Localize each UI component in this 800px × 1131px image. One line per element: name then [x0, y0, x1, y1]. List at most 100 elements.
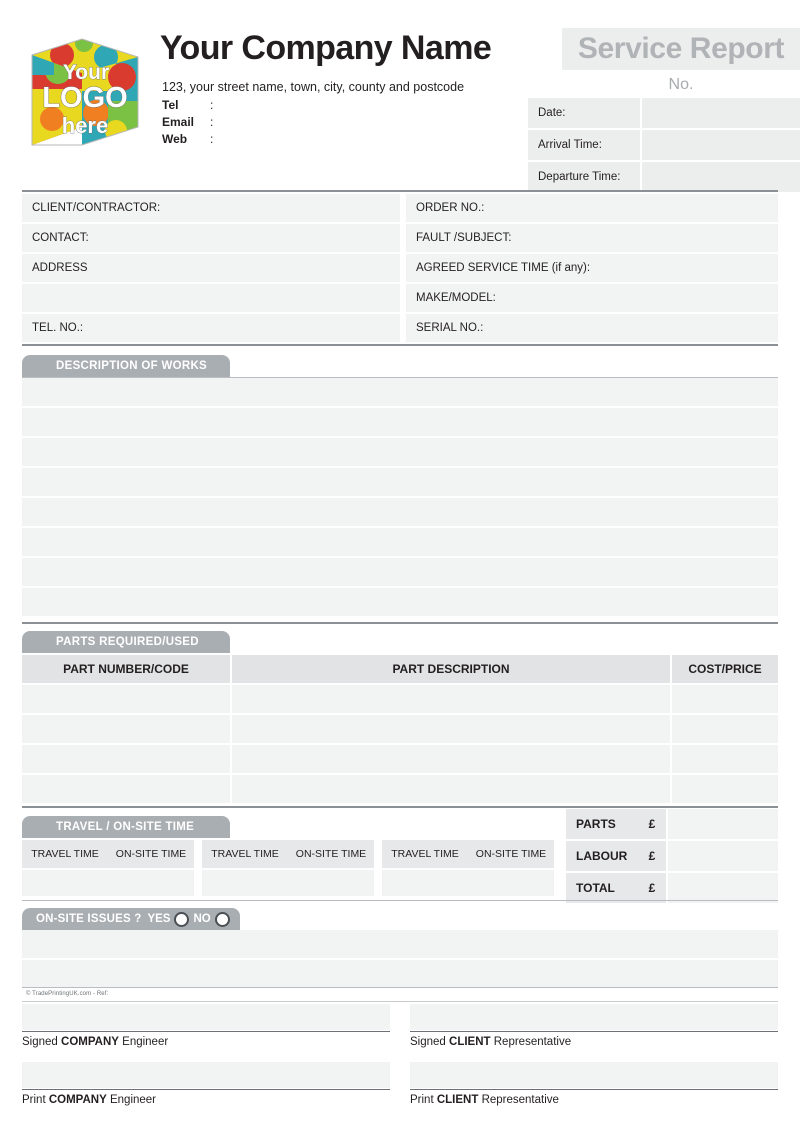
signature-group-print-client: Print CLIENT Representative [410, 1062, 778, 1106]
parts-cell-number[interactable] [22, 745, 230, 773]
on-site-issues-rows [22, 930, 778, 990]
contact-row-web: Web : [162, 131, 220, 148]
on-site-issues-question: ON-SITE ISSUES ? [36, 913, 142, 925]
description-row[interactable] [22, 588, 778, 616]
logo-line-3: here [62, 113, 108, 138]
parts-col-header-number: PART NUMBER/CODE [22, 655, 230, 683]
client-info-right-column: ORDER NO.: FAULT /SUBJECT: AGREED SERVIC… [406, 194, 778, 344]
meta-value-departure-time[interactable] [642, 162, 800, 192]
parts-cell-cost[interactable] [672, 715, 778, 743]
signature-group-print-company: Print COMPANY Engineer [22, 1062, 390, 1106]
description-of-works-rows [22, 378, 778, 618]
radio-yes-icon[interactable] [174, 911, 190, 927]
tab-travel-on-site-time: TRAVEL / ON-SITE TIME [22, 816, 230, 838]
meta-value-arrival-time[interactable] [642, 130, 800, 160]
totals-row-parts: PARTS £ [566, 809, 778, 839]
signature-box-signed-company[interactable] [22, 1004, 390, 1030]
meta-row-date: Date: [528, 98, 800, 128]
time-header-onsite-1: ON-SITE TIME [108, 840, 194, 868]
time-header-onsite-3: ON-SITE TIME [468, 840, 554, 868]
travel-time-header-row: TRAVEL TIME ON-SITE TIME TRAVEL TIME ON-… [22, 840, 562, 868]
description-bottom-rule [22, 622, 778, 624]
description-row[interactable] [22, 468, 778, 496]
description-row[interactable] [22, 378, 778, 406]
yes-label: YES [147, 913, 171, 925]
totals-value-labour[interactable] [668, 841, 778, 871]
service-report-form: Your LOGO here Your Company Name 123, yo… [0, 0, 800, 1131]
parts-col-header-description: PART DESCRIPTION [232, 655, 670, 683]
parts-cell-number[interactable] [22, 715, 230, 743]
field-serial-no[interactable]: SERIAL NO.: [406, 314, 778, 342]
time-header-travel-3: TRAVEL TIME [382, 840, 468, 868]
time-bottom-rule [22, 900, 778, 901]
time-header-onsite-2: ON-SITE TIME [288, 840, 374, 868]
parts-cell-description[interactable] [232, 685, 670, 713]
client-info-left-column: CLIENT/CONTRACTOR: CONTACT: ADDRESS TEL.… [22, 194, 400, 344]
field-order-no[interactable]: ORDER NO.: [406, 194, 778, 222]
radio-no-icon[interactable] [214, 911, 230, 927]
description-row[interactable] [22, 408, 778, 436]
field-agreed-service-time[interactable]: AGREED SERVICE TIME (if any): [406, 254, 778, 282]
signature-box-print-company[interactable] [22, 1062, 390, 1088]
logo-line-2: LOGO [42, 82, 127, 114]
time-value-travel-3[interactable] [382, 870, 468, 896]
company-name: Your Company Name [160, 29, 492, 67]
totals-row-labour: LABOUR £ [566, 841, 778, 871]
signature-caption-signed-company: Signed COMPANY Engineer [22, 1036, 169, 1048]
tab-on-site-issues: ON-SITE ISSUES ? YES NO [22, 908, 240, 930]
field-tel-no[interactable]: TEL. NO.: [22, 314, 400, 342]
parts-table-header: PART NUMBER/CODE PART DESCRIPTION COST/P… [22, 655, 778, 683]
contact-sep-web: : [210, 132, 214, 146]
parts-cell-description[interactable] [232, 745, 670, 773]
time-value-travel-1[interactable] [22, 870, 108, 896]
parts-cell-description[interactable] [232, 775, 670, 803]
totals-table: PARTS £ LABOUR £ TOTAL £ [566, 809, 778, 905]
parts-table: PART NUMBER/CODE PART DESCRIPTION COST/P… [22, 655, 778, 805]
parts-cell-number[interactable] [22, 685, 230, 713]
time-header-travel-1: TRAVEL TIME [22, 840, 108, 868]
parts-table-row [22, 715, 778, 743]
signature-caption-print-company: Print COMPANY Engineer [22, 1094, 157, 1106]
currency-symbol-parts: £ [638, 809, 666, 839]
description-row[interactable] [22, 558, 778, 586]
field-address-line-2[interactable] [22, 284, 400, 312]
field-make-model[interactable]: MAKE/MODEL: [406, 284, 778, 312]
parts-cell-description[interactable] [232, 715, 670, 743]
parts-cell-cost[interactable] [672, 745, 778, 773]
signature-caption-signed-client: Signed CLIENT Representative [410, 1036, 572, 1048]
parts-bottom-rule [22, 806, 778, 808]
signature-line [410, 1089, 778, 1090]
meta-row-departure-time: Departure Time: [528, 162, 800, 192]
totals-value-parts[interactable] [668, 809, 778, 839]
time-gap [194, 840, 202, 868]
issue-row[interactable] [22, 960, 778, 988]
field-address[interactable]: ADDRESS [22, 254, 400, 282]
description-row[interactable] [22, 438, 778, 466]
signature-caption-print-client: Print CLIENT Representative [410, 1094, 559, 1106]
totals-value-total[interactable] [668, 873, 778, 903]
description-row[interactable] [22, 498, 778, 526]
parts-col-header-cost: COST/PRICE [672, 655, 778, 683]
field-contact[interactable]: CONTACT: [22, 224, 400, 252]
totals-label-total: TOTAL [566, 873, 638, 903]
description-row[interactable] [22, 528, 778, 556]
meta-label-arrival-time: Arrival Time: [528, 130, 640, 160]
time-value-onsite-2[interactable] [288, 870, 374, 896]
contact-label-email: Email [162, 115, 195, 129]
parts-cell-cost[interactable] [672, 775, 778, 803]
time-value-onsite-1[interactable] [108, 870, 194, 896]
issue-row[interactable] [22, 930, 778, 958]
field-client-contractor[interactable]: CLIENT/CONTRACTOR: [22, 194, 400, 222]
signature-line [410, 1031, 778, 1032]
signature-box-print-client[interactable] [410, 1062, 778, 1088]
field-fault-subject[interactable]: FAULT /SUBJECT: [406, 224, 778, 252]
time-value-travel-2[interactable] [202, 870, 288, 896]
parts-cell-number[interactable] [22, 775, 230, 803]
meta-value-date[interactable] [642, 98, 800, 128]
signature-box-signed-client[interactable] [410, 1004, 778, 1030]
client-section-divider-rule [22, 344, 778, 346]
time-value-onsite-3[interactable] [468, 870, 554, 896]
parts-cell-cost[interactable] [672, 685, 778, 713]
travel-time-value-row [22, 870, 562, 896]
travel-time-table: TRAVEL TIME ON-SITE TIME TRAVEL TIME ON-… [22, 840, 562, 896]
